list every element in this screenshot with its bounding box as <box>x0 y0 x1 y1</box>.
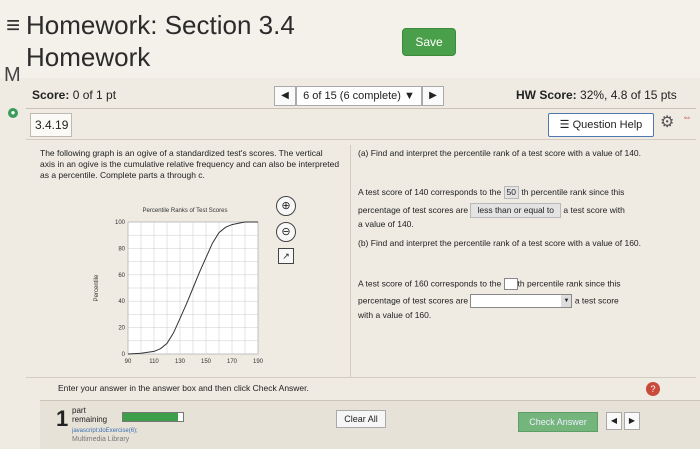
next-question-button[interactable]: ▶ <box>422 86 444 106</box>
x-tick-label: 190 <box>253 359 264 365</box>
score: Score: 0 of 1 pt <box>32 88 116 102</box>
multimedia-library-link[interactable]: Multimedia Library <box>72 436 129 443</box>
x-tick-label: 150 <box>201 359 212 365</box>
hw-score-label: HW Score: <box>516 88 577 102</box>
y-tick-label: 0 <box>122 352 126 358</box>
part-b-line2: percentage of test scores are ▼ a test s… <box>358 294 619 308</box>
y-tick-label: 20 <box>118 326 125 332</box>
status-dot-icon: ● <box>8 108 18 118</box>
part-b-line1: A test score of 160 corresponds to the t… <box>358 278 621 290</box>
part-b-text: th percentile rank since this <box>517 278 621 289</box>
part-b-text: percentage of test scores are <box>358 295 469 306</box>
question-selector[interactable]: 6 of 15 (6 complete) ▼ <box>296 86 422 106</box>
arrows-icon[interactable]: ⇔ <box>682 112 692 123</box>
side-letter: M <box>4 64 21 86</box>
x-tick-label: 110 <box>149 359 159 365</box>
score-value: 0 of 1 pt <box>72 88 117 102</box>
page-subtitle: Homework <box>26 42 151 72</box>
question-intro: The following graph is an ogive of a sta… <box>40 148 340 180</box>
y-tick-label: 60 <box>118 273 125 279</box>
part-a-answer[interactable]: 50 <box>503 186 520 199</box>
page-title: Homework: Section 3.4 <box>26 10 295 40</box>
part-a-line2: percentage of test scores are less than … <box>358 203 625 218</box>
prev-question-button[interactable]: ◀ <box>274 86 296 106</box>
x-tick-label: 90 <box>125 359 132 365</box>
part-a-prompt: (a) Find and interpret the percentile ra… <box>358 148 642 158</box>
next-button[interactable]: ▶ <box>624 412 640 430</box>
ogive-chart: 90 110 130 150 170 190 0 20 40 60 80 100 Percentile … <box>94 208 264 365</box>
y-axis-label: Percentile <box>94 274 100 301</box>
external-link-icon[interactable]: ↗ <box>278 248 294 264</box>
parts-label: part remaining <box>72 406 107 424</box>
x-tick-label: 170 <box>227 359 238 365</box>
gear-icon[interactable]: ⚙ <box>660 112 674 132</box>
save-button[interactable]: Save <box>402 28 456 56</box>
help-icon[interactable]: ? <box>646 382 660 396</box>
part-b-text: a test score <box>574 295 619 306</box>
hamburger-icon[interactable]: ≡ <box>6 14 20 38</box>
parts-label-2: remaining <box>72 415 108 424</box>
score-label: Score: <box>32 88 70 102</box>
y-tick-label: 80 <box>118 246 125 252</box>
divider <box>26 377 696 378</box>
part-b-prompt: (b) Find and interpret the percentile ra… <box>358 238 642 248</box>
parts-label-1: part <box>72 406 86 415</box>
list-icon: ☰ <box>559 119 573 131</box>
parts-number: 1 <box>56 406 69 431</box>
clear-all-button[interactable]: Clear All <box>336 410 386 428</box>
part-a-line1: A test score of 140 corresponds to the 5… <box>358 186 624 199</box>
part-a-line3: a value of 140. <box>358 219 414 229</box>
part-a-text: th percentile rank since this <box>521 187 625 197</box>
hw-score: HW Score: 32%, 4.8 of 15 pts <box>516 88 677 102</box>
question-help-label: Question Help <box>572 119 643 131</box>
zoom-out-icon[interactable]: ⊖ <box>276 222 296 242</box>
divider <box>26 139 696 140</box>
part-a-text: a test score with <box>563 205 625 215</box>
chart-title: Percentile Ranks of Test Scores <box>143 208 228 214</box>
divider-vertical <box>350 145 351 377</box>
status-link: javascript:doExercise(6); <box>72 428 138 434</box>
part-b-answer-input[interactable] <box>503 278 518 290</box>
part-b-line3: with a value of 160. <box>358 310 432 320</box>
check-answer-button[interactable]: Check Answer <box>518 412 598 432</box>
chevron-down-icon: ▼ <box>561 295 572 307</box>
y-tick-label: 100 <box>115 220 126 226</box>
part-a-dropdown[interactable]: less than or equal to <box>470 203 562 218</box>
part-a-text: percentage of test scores are <box>358 205 469 215</box>
x-tick-label: 130 <box>175 359 186 365</box>
zoom-in-icon[interactable]: ⊕ <box>276 196 296 216</box>
y-tick-label: 40 <box>118 299 125 305</box>
part-b-dropdown[interactable]: ▼ <box>470 294 573 308</box>
part-a-text: A test score of 140 corresponds to the <box>358 187 502 197</box>
progress-fill <box>123 413 178 421</box>
question-number: 3.4.19 <box>30 113 72 137</box>
instruction: Enter your answer in the answer box and … <box>58 383 309 393</box>
prev-button[interactable]: ◀ <box>606 412 622 430</box>
part-b-text: A test score of 160 corresponds to the <box>358 278 502 289</box>
question-help-button[interactable]: ☰ Question Help <box>548 113 654 137</box>
hw-score-value: 32%, 4.8 of 15 pts <box>580 88 677 102</box>
